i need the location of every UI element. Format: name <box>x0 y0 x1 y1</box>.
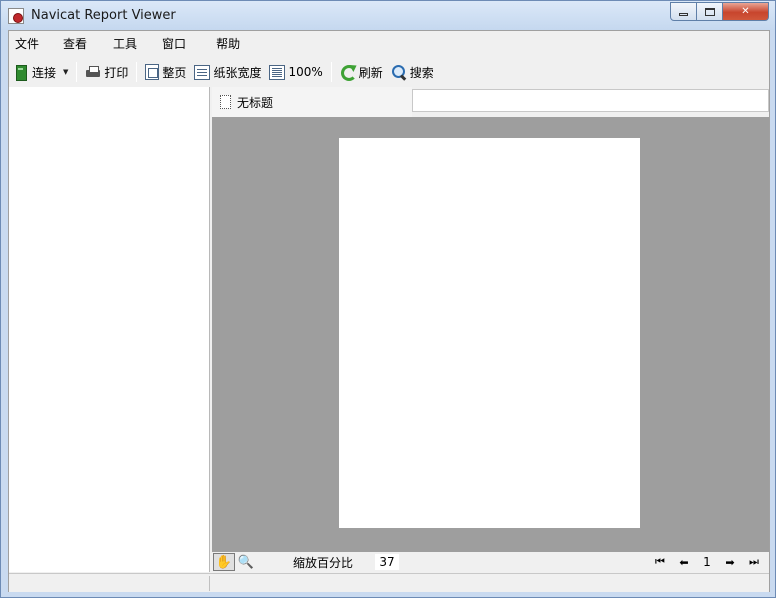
maximize-icon <box>704 7 715 16</box>
connect-button[interactable]: 连接 ▼ <box>9 60 72 84</box>
zoom-in-icon[interactable]: 🔍 <box>235 553 257 571</box>
menu-tools[interactable]: 工具 <box>107 33 143 55</box>
previous-page-icon[interactable]: ⬅ <box>673 553 695 571</box>
whole-page-label: 整页 <box>162 65 187 80</box>
close-button[interactable]: ✕ <box>723 2 769 21</box>
menu-bar: 文件 查看 工具 窗口 帮助 <box>9 31 769 57</box>
maximize-button[interactable] <box>697 2 723 21</box>
tab-label: 无标题 <box>237 95 274 110</box>
print-button[interactable]: 打印 <box>81 60 132 84</box>
menu-window[interactable]: 窗口 <box>156 33 192 55</box>
client-area: 文件 查看 工具 窗口 帮助 连接 ▼ 打印 整页 纸张宽度 100% 刷新 搜… <box>8 30 770 592</box>
status-separator <box>209 576 210 591</box>
whole-page-icon <box>145 64 160 80</box>
window-controls: ✕ <box>670 2 769 21</box>
search-label: 搜索 <box>409 65 434 80</box>
report-tree-panel[interactable] <box>9 87 210 572</box>
next-page-icon[interactable]: ➡ <box>719 553 741 571</box>
menu-view[interactable]: 查看 <box>57 33 93 55</box>
full-size-icon <box>269 64 286 80</box>
toolbar-separator <box>330 62 332 82</box>
close-icon: ✕ <box>741 6 750 17</box>
page-number-input[interactable]: 1 <box>697 555 717 569</box>
report-preview-area[interactable] <box>212 117 769 552</box>
menu-help[interactable]: 帮助 <box>210 33 246 55</box>
status-bar <box>9 573 769 592</box>
app-icon[interactable] <box>8 8 24 24</box>
page-navigator: ⏮ ⬅ 1 ➡ ⏭ <box>649 553 765 571</box>
page-width-button[interactable]: 纸张宽度 <box>190 60 265 84</box>
zoom-100-label: 100% <box>288 65 323 79</box>
document-icon <box>220 95 231 109</box>
print-label: 打印 <box>104 65 129 80</box>
toolbar-separator <box>136 62 138 82</box>
title-bar[interactable]: Navicat Report Viewer ✕ <box>1 1 775 30</box>
refresh-icon <box>340 64 357 81</box>
hand-tool-icon[interactable]: ✋ <box>213 553 235 571</box>
tab-untitled[interactable]: 无标题 <box>212 87 412 117</box>
page-width-icon <box>194 64 211 80</box>
search-button[interactable]: 搜索 <box>387 60 438 84</box>
refresh-label: 刷新 <box>358 65 383 80</box>
zoom-percent-label: 缩放百分比 <box>293 555 354 570</box>
minimize-icon <box>679 13 688 16</box>
database-connect-icon <box>13 64 29 81</box>
connect-label: 连接 <box>32 65 57 80</box>
tab-strip-empty-area <box>412 89 769 112</box>
magnifier-icon <box>391 64 407 80</box>
tab-strip: 无标题 <box>212 87 769 117</box>
page-width-label: 纸张宽度 <box>213 65 262 80</box>
whole-page-button[interactable]: 整页 <box>141 60 190 84</box>
minimize-button[interactable] <box>670 2 697 21</box>
zoom-percent-input[interactable]: 37 <box>375 554 400 570</box>
zoom-bar: ✋ 🔍 缩放百分比 37 ⏮ ⬅ 1 ➡ ⏭ <box>212 552 769 572</box>
chevron-down-icon[interactable]: ▼ <box>63 68 68 76</box>
toolbar: 连接 ▼ 打印 整页 纸张宽度 100% 刷新 搜索 <box>9 59 769 85</box>
first-page-icon[interactable]: ⏮ <box>649 553 671 571</box>
menu-file[interactable]: 文件 <box>9 33 45 55</box>
last-page-icon[interactable]: ⏭ <box>743 553 765 571</box>
refresh-button[interactable]: 刷新 <box>336 60 387 84</box>
toolbar-separator <box>76 62 78 82</box>
printer-icon <box>85 64 101 80</box>
window-title: Navicat Report Viewer <box>31 8 176 23</box>
app-window: Navicat Report Viewer ✕ 文件 查看 工具 窗口 帮助 连… <box>0 0 776 598</box>
zoom-100-button[interactable]: 100% <box>265 60 326 84</box>
report-page[interactable] <box>339 138 640 528</box>
